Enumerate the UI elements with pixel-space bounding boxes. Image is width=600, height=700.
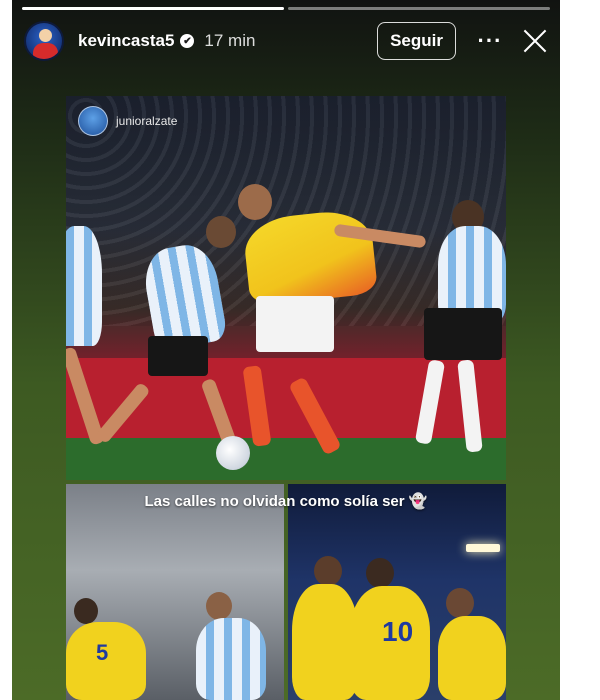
player-shorts: [424, 308, 502, 360]
follow-button[interactable]: Seguir: [377, 22, 456, 60]
match-photo: junioralzate: [66, 96, 506, 480]
player-shorts: [148, 336, 208, 376]
player-head: [446, 588, 474, 618]
football: [216, 436, 250, 470]
post-caption: Las calles no olvidan como solía ser 👻: [144, 493, 428, 510]
user-avatar[interactable]: [24, 21, 64, 61]
more-options-icon[interactable]: ···: [476, 28, 504, 54]
jersey-number: 10: [382, 616, 414, 647]
player-head: [74, 598, 98, 624]
player-head: [366, 558, 394, 588]
collage-right-photo: 10: [288, 484, 506, 700]
tagged-user-avatar: [78, 106, 108, 136]
story-progress-bar: [22, 7, 550, 10]
player-head: [206, 592, 232, 620]
player-shorts: [256, 296, 334, 352]
story-viewer[interactable]: kevincasta5 ✔ 17 min Seguir ··· junioral…: [12, 0, 560, 700]
player-head: [238, 184, 272, 220]
player-head: [314, 556, 342, 586]
username[interactable]: kevincasta5: [78, 31, 174, 51]
progress-segment: [288, 7, 550, 10]
player-colombia: [438, 616, 506, 700]
avatar-body-shape: [33, 43, 58, 59]
tagged-username[interactable]: junioralzate: [116, 114, 177, 128]
stadium-lights: [466, 544, 500, 552]
close-icon[interactable]: [522, 28, 548, 54]
verified-badge-icon: ✔: [180, 34, 195, 48]
shared-post[interactable]: junioralzate Las calles no olvidan como …: [66, 96, 506, 700]
story-timestamp: 17 min: [204, 31, 256, 50]
avatar-head-shape: [39, 29, 52, 42]
progress-segment-active: [22, 7, 284, 10]
jersey-number: 5: [96, 640, 109, 665]
pitch: [66, 438, 506, 480]
player-argentina: [196, 618, 266, 700]
story-header: kevincasta5 ✔ 17 min Seguir ···: [24, 20, 548, 62]
tagged-user[interactable]: junioralzate: [78, 106, 177, 136]
collage-left-photo: 5: [66, 484, 284, 700]
player-head: [206, 216, 236, 248]
player-argentina-left: [66, 226, 102, 346]
collage-photo: Las calles no olvidan como solía ser 👻 5…: [66, 484, 506, 700]
player-colombia: [292, 584, 358, 700]
